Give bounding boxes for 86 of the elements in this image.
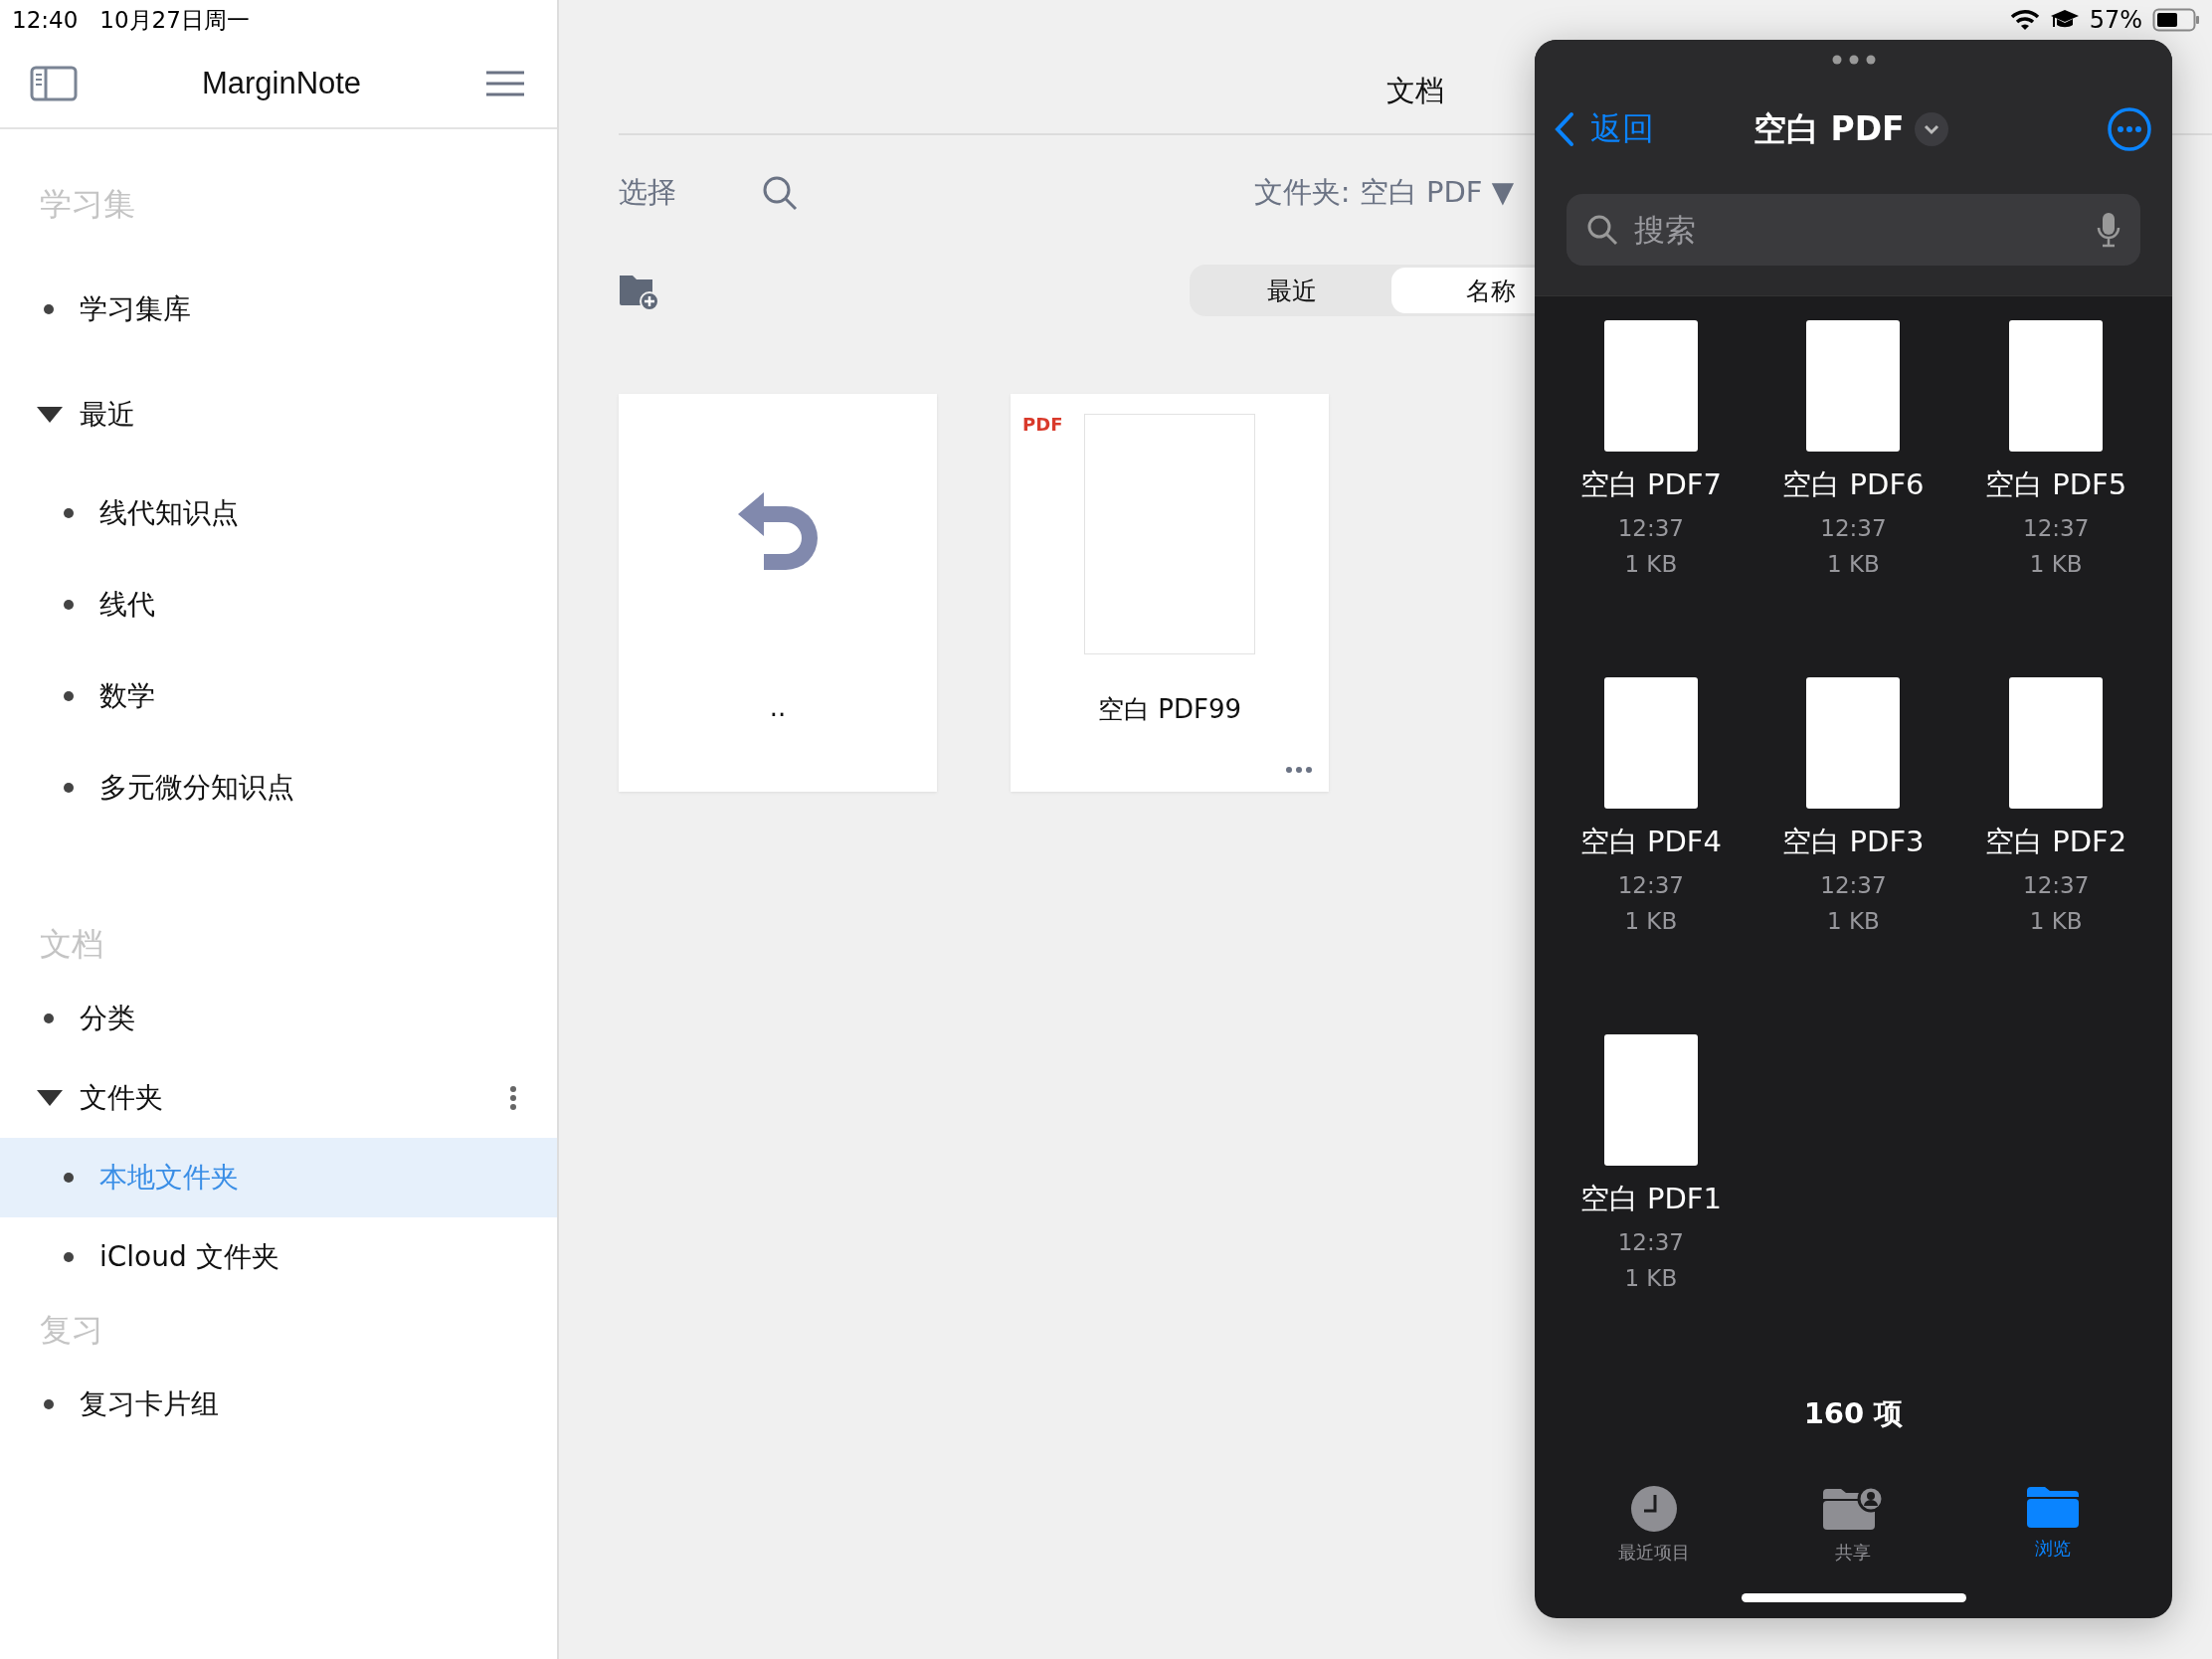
file-name: 空白 PDF7: [1579, 466, 1722, 503]
file-time: 12:37: [1617, 872, 1684, 898]
search-icon: [1586, 214, 1618, 246]
card-label: 空白 PDF99: [1098, 693, 1241, 726]
file-size: 1 KB: [1624, 908, 1678, 934]
disclosure-triangle-icon[interactable]: [36, 406, 64, 424]
card-label: ..: [769, 692, 787, 722]
app-title: MarginNote: [201, 66, 362, 101]
back-button[interactable]: 返回: [1555, 107, 1654, 151]
file-time: 12:37: [2023, 872, 2090, 898]
document-icon: [1806, 677, 1901, 809]
file-name: 空白 PDF5: [1985, 466, 2127, 503]
folder-dropdown[interactable]: 文件夹: 空白 PDF ▼: [1253, 173, 1514, 213]
file-time: 12:37: [1820, 515, 1887, 541]
search-icon[interactable]: [762, 175, 798, 211]
file-size: 1 KB: [1827, 551, 1880, 577]
file-item[interactable]: 空白 PDF6 12:37 1 KB: [1751, 320, 1955, 665]
sidebar-item[interactable]: 分类: [0, 979, 557, 1058]
file-time: 12:37: [1617, 515, 1684, 541]
document-icon: [1806, 320, 1901, 452]
file-time: 12:37: [1820, 872, 1887, 898]
document-icon: [1603, 1034, 1698, 1166]
file-size: 1 KB: [1624, 551, 1678, 577]
file-item[interactable]: 空白 PDF5 12:37 1 KB: [1954, 320, 2157, 665]
file-time: 12:37: [2023, 515, 2090, 541]
file-item[interactable]: 空白 PDF2 12:37 1 KB: [1954, 677, 2157, 1022]
more-icon[interactable]: [2107, 106, 2152, 152]
file-name: 空白 PDF3: [1782, 824, 1925, 860]
chevron-left-icon: [1555, 111, 1574, 147]
more-icon[interactable]: [509, 1086, 517, 1110]
battery-percent: 57%: [2089, 6, 2142, 34]
file-size: 1 KB: [2029, 908, 2083, 934]
sidebar-item[interactable]: 学习集库: [0, 257, 557, 362]
sidebar-item[interactable]: 复习卡片组: [0, 1365, 557, 1444]
status-time: 12:40: [12, 7, 79, 33]
file-size: 1 KB: [2029, 551, 2083, 577]
sidebar-item[interactable]: 多元微分知识点: [0, 742, 557, 833]
pdf-label: PDF: [1022, 414, 1063, 435]
document-icon: [2009, 320, 2104, 452]
status-date: 10月27日周一: [99, 5, 250, 35]
item-count: 160 项: [1802, 1395, 1905, 1432]
sidebar-item[interactable]: iCloud 文件夹: [0, 1217, 557, 1297]
file-name: 空白 PDF1: [1579, 1181, 1722, 1217]
sidebar-toggle-icon[interactable]: [30, 66, 78, 101]
document-card[interactable]: ..: [619, 394, 937, 792]
document-icon: [1603, 677, 1698, 809]
file-item[interactable]: 空白 PDF3 12:37 1 KB: [1751, 677, 1955, 1022]
section-heading: 复习: [39, 1310, 104, 1351]
menu-icon[interactable]: [485, 71, 525, 96]
tab-bar-item[interactable]: 共享: [1773, 1484, 1934, 1566]
drag-handle-icon[interactable]: [1831, 55, 1876, 65]
microphone-icon[interactable]: [2097, 212, 2120, 248]
folder-icon: [2025, 1485, 2080, 1529]
document-icon: [1603, 320, 1698, 452]
sort-tab[interactable]: 最近: [1193, 268, 1391, 313]
search-input[interactable]: 搜索: [1632, 211, 2083, 249]
chevron-down-icon[interactable]: [1914, 112, 1948, 146]
document-card[interactable]: PDF 空白 PDF99: [1011, 394, 1329, 792]
file-item[interactable]: 空白 PDF1 12:37 1 KB: [1550, 1034, 1752, 1380]
wifi-icon: [2009, 9, 2040, 31]
tab-bar-item[interactable]: 最近项目: [1574, 1484, 1735, 1566]
file-name: 空白 PDF2: [1985, 824, 2127, 860]
file-size: 1 KB: [1827, 908, 1880, 934]
document-icon: [2009, 677, 2104, 809]
file-name: 空白 PDF6: [1782, 466, 1925, 503]
battery-icon: [2152, 8, 2200, 32]
sidebar-group[interactable]: 最近: [80, 396, 517, 434]
sidebar-group[interactable]: 文件夹: [80, 1079, 509, 1117]
section-heading: 学习集: [39, 184, 136, 225]
file-item[interactable]: 空白 PDF7 12:37 1 KB: [1550, 320, 1752, 665]
folder-title: 空白 PDF: [1753, 107, 1905, 150]
tab-bar-item[interactable]: 浏览: [1972, 1484, 2132, 1566]
file-name: 空白 PDF4: [1579, 824, 1722, 860]
file-item[interactable]: 空白 PDF4 12:37 1 KB: [1550, 677, 1752, 1022]
sidebar-item[interactable]: 线代知识点: [0, 467, 557, 559]
return-arrow-icon: [736, 490, 820, 572]
clock-icon: [1630, 1485, 1679, 1533]
more-icon[interactable]: [1285, 766, 1313, 774]
file-size: 1 KB: [1624, 1265, 1678, 1291]
section-heading: 文档: [39, 924, 104, 965]
disclosure-triangle-icon[interactable]: [36, 1089, 64, 1107]
sidebar-item[interactable]: 线代: [0, 559, 557, 650]
sidebar-item[interactable]: 数学: [0, 650, 557, 742]
select-button[interactable]: 选择: [619, 173, 676, 213]
file-time: 12:37: [1617, 1229, 1684, 1255]
search-field[interactable]: 搜索: [1567, 194, 2140, 266]
